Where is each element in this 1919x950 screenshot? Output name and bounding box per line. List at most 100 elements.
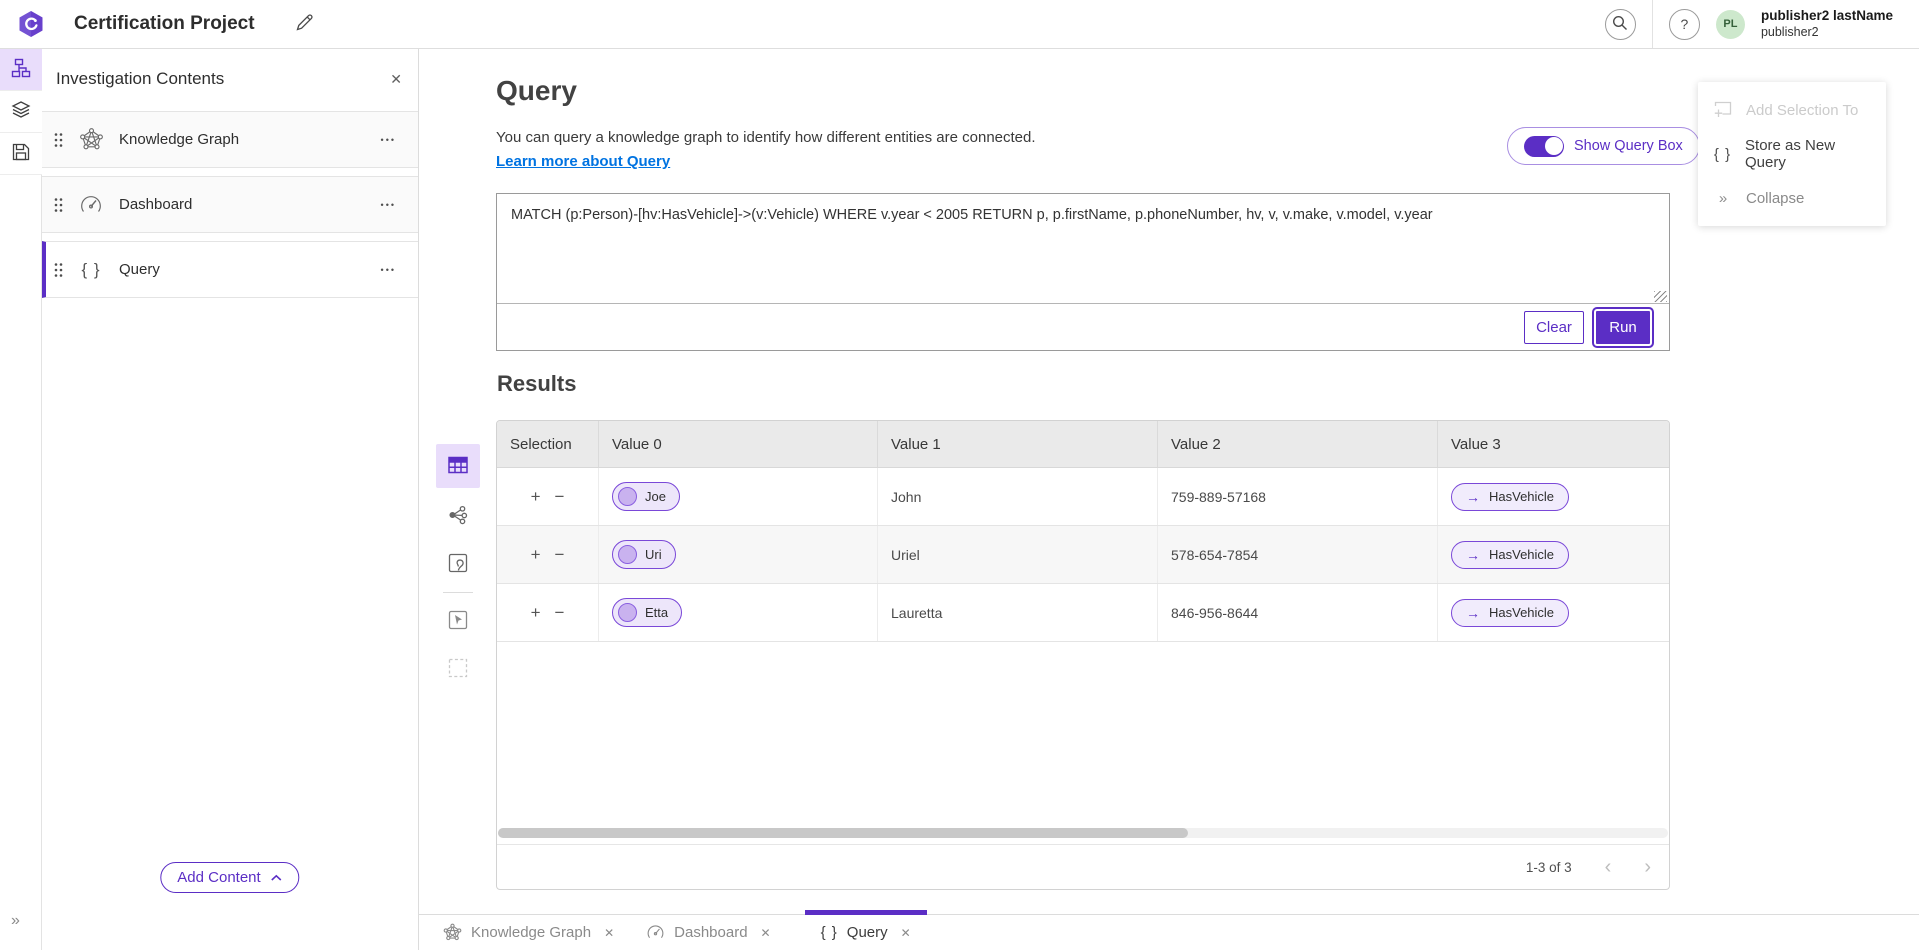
- dashboard-icon: [77, 193, 105, 217]
- project-title: Certification Project: [74, 13, 255, 35]
- sidebar-item-query[interactable]: { } Query •••: [42, 241, 418, 298]
- tab-label: Dashboard: [674, 924, 747, 941]
- braces-icon: { }: [1712, 146, 1733, 163]
- map-icon: [447, 552, 469, 577]
- query-input[interactable]: MATCH (p:Person)-[hv:HasVehicle]->(v:Veh…: [497, 194, 1669, 303]
- table-icon: [447, 454, 469, 479]
- add-selection-button[interactable]: +: [531, 488, 541, 505]
- network-icon: [447, 504, 469, 529]
- close-tab-button[interactable]: ✕: [604, 926, 614, 940]
- page-title: Query: [496, 75, 577, 107]
- search-button[interactable]: [1605, 9, 1636, 40]
- next-page-button[interactable]: ›: [1644, 857, 1651, 877]
- store-as-new-query-menu-item[interactable]: { } Store as New Query: [1698, 132, 1886, 176]
- phone-cell: 759-889-57168: [1158, 468, 1438, 525]
- item-menu-button[interactable]: •••: [381, 200, 396, 210]
- remove-selection-button[interactable]: −: [555, 604, 565, 621]
- table-row: + − Uri Uriel 578-654-7854 → HasVehicle: [497, 526, 1669, 584]
- page-description: You can query a knowledge graph to ident…: [496, 129, 1036, 146]
- drag-handle-icon[interactable]: [54, 262, 63, 278]
- chevron-up-icon: [271, 869, 283, 886]
- column-header[interactable]: Value 1: [878, 421, 1158, 467]
- rail-investigation-contents-button[interactable]: [0, 49, 42, 91]
- phone-cell: 846-956-8644: [1158, 584, 1438, 641]
- table-header-row: Selection Value 0 Value 1 Value 2 Value …: [497, 421, 1669, 468]
- avatar[interactable]: PL: [1716, 10, 1745, 39]
- ellipsis-icon: •••: [381, 265, 396, 275]
- drag-handle-icon[interactable]: [54, 197, 63, 213]
- show-query-box-toggle[interactable]: Show Query Box: [1507, 127, 1700, 165]
- sidebar-item-label: Query: [119, 261, 160, 278]
- horizontal-scrollbar[interactable]: [498, 828, 1668, 838]
- table-view-button[interactable]: [436, 444, 480, 488]
- layers-icon: [11, 100, 31, 123]
- relationship-pill[interactable]: → HasVehicle: [1451, 483, 1569, 511]
- relationship-pill[interactable]: → HasVehicle: [1451, 599, 1569, 627]
- tab-query[interactable]: { } Query ✕: [805, 915, 927, 950]
- app-logo-icon: [18, 10, 44, 38]
- tab-dashboard[interactable]: Dashboard ✕: [630, 915, 786, 950]
- sidebar-item-dashboard[interactable]: Dashboard •••: [42, 176, 418, 233]
- ellipsis-icon: •••: [381, 135, 396, 145]
- previous-page-button[interactable]: ‹: [1605, 857, 1612, 877]
- rail-save-button[interactable]: [0, 133, 42, 175]
- entity-pill[interactable]: Joe: [612, 482, 680, 511]
- close-tab-button[interactable]: ✕: [901, 926, 911, 940]
- sidebar-item-label: Dashboard: [119, 196, 192, 213]
- panel-title: Investigation Contents: [56, 69, 224, 89]
- tab-knowledge-graph[interactable]: Knowledge Graph ✕: [427, 915, 630, 950]
- user-subtitle: publisher2: [1761, 25, 1893, 41]
- relationship-pill[interactable]: → HasVehicle: [1451, 541, 1569, 569]
- network-view-button[interactable]: [436, 496, 480, 536]
- column-header[interactable]: Selection: [497, 421, 599, 467]
- first-name-cell: Lauretta: [878, 584, 1158, 641]
- column-header[interactable]: Value 3: [1438, 421, 1670, 467]
- add-content-button[interactable]: Add Content: [160, 862, 299, 893]
- knowledge-graph-icon: [77, 127, 105, 152]
- entity-label: Uri: [645, 547, 662, 562]
- selection-cell: + −: [497, 526, 599, 583]
- table-row: + − Joe John 759-889-57168 → HasVehicle: [497, 468, 1669, 526]
- results-panel: Selection Value 0 Value 1 Value 2 Value …: [496, 420, 1670, 890]
- help-button[interactable]: ?: [1669, 9, 1700, 40]
- user-info[interactable]: publisher2 lastName publisher2: [1761, 8, 1893, 41]
- entity-avatar: [618, 603, 637, 622]
- map-view-button[interactable]: [436, 544, 480, 584]
- edit-title-button[interactable]: [295, 13, 314, 35]
- arrow-right-icon: →: [1466, 489, 1480, 505]
- close-tab-button[interactable]: ✕: [761, 926, 771, 940]
- scrollbar-thumb[interactable]: [498, 828, 1188, 838]
- toggle-switch[interactable]: [1524, 136, 1564, 157]
- sidebar-item-knowledge-graph[interactable]: Knowledge Graph •••: [42, 111, 418, 168]
- remove-selection-button[interactable]: −: [555, 546, 565, 563]
- run-button[interactable]: Run: [1596, 311, 1650, 344]
- save-icon: [12, 143, 30, 164]
- collapse-menu-item[interactable]: » Collapse: [1698, 176, 1886, 220]
- query-context-menu: Add Selection To { } Store as New Query …: [1698, 82, 1886, 226]
- tab-label: Knowledge Graph: [471, 924, 591, 941]
- learn-more-link[interactable]: Learn more about Query: [496, 153, 670, 170]
- bottom-tab-bar: Knowledge Graph ✕ Dashboard ✕ { } Query …: [419, 914, 1919, 950]
- item-menu-button[interactable]: •••: [381, 265, 396, 275]
- item-menu-button[interactable]: •••: [381, 135, 396, 145]
- query-box: MATCH (p:Person)-[hv:HasVehicle]->(v:Veh…: [496, 193, 1670, 351]
- entity-pill[interactable]: Etta: [612, 598, 682, 627]
- remove-selection-button[interactable]: −: [555, 488, 565, 505]
- first-name-cell: John: [878, 468, 1158, 525]
- entity-pill[interactable]: Uri: [612, 540, 676, 569]
- expand-panel-button[interactable]: »: [11, 912, 19, 930]
- selection-box-view-button: [436, 649, 480, 689]
- pencil-icon: [295, 13, 314, 35]
- drag-handle-icon[interactable]: [54, 132, 63, 148]
- main-content: Query You can query a knowledge graph to…: [419, 49, 1919, 950]
- map-select-view-button[interactable]: [436, 601, 480, 641]
- entity-cell: Etta: [599, 584, 878, 641]
- rail-layers-button[interactable]: [0, 91, 42, 133]
- column-header[interactable]: Value 0: [599, 421, 878, 467]
- add-selection-button[interactable]: +: [531, 546, 541, 563]
- close-panel-button[interactable]: ✕: [390, 71, 402, 88]
- column-header[interactable]: Value 2: [1158, 421, 1438, 467]
- clear-button[interactable]: Clear: [1524, 311, 1584, 344]
- add-selection-button[interactable]: +: [531, 604, 541, 621]
- resize-handle[interactable]: [1654, 291, 1667, 302]
